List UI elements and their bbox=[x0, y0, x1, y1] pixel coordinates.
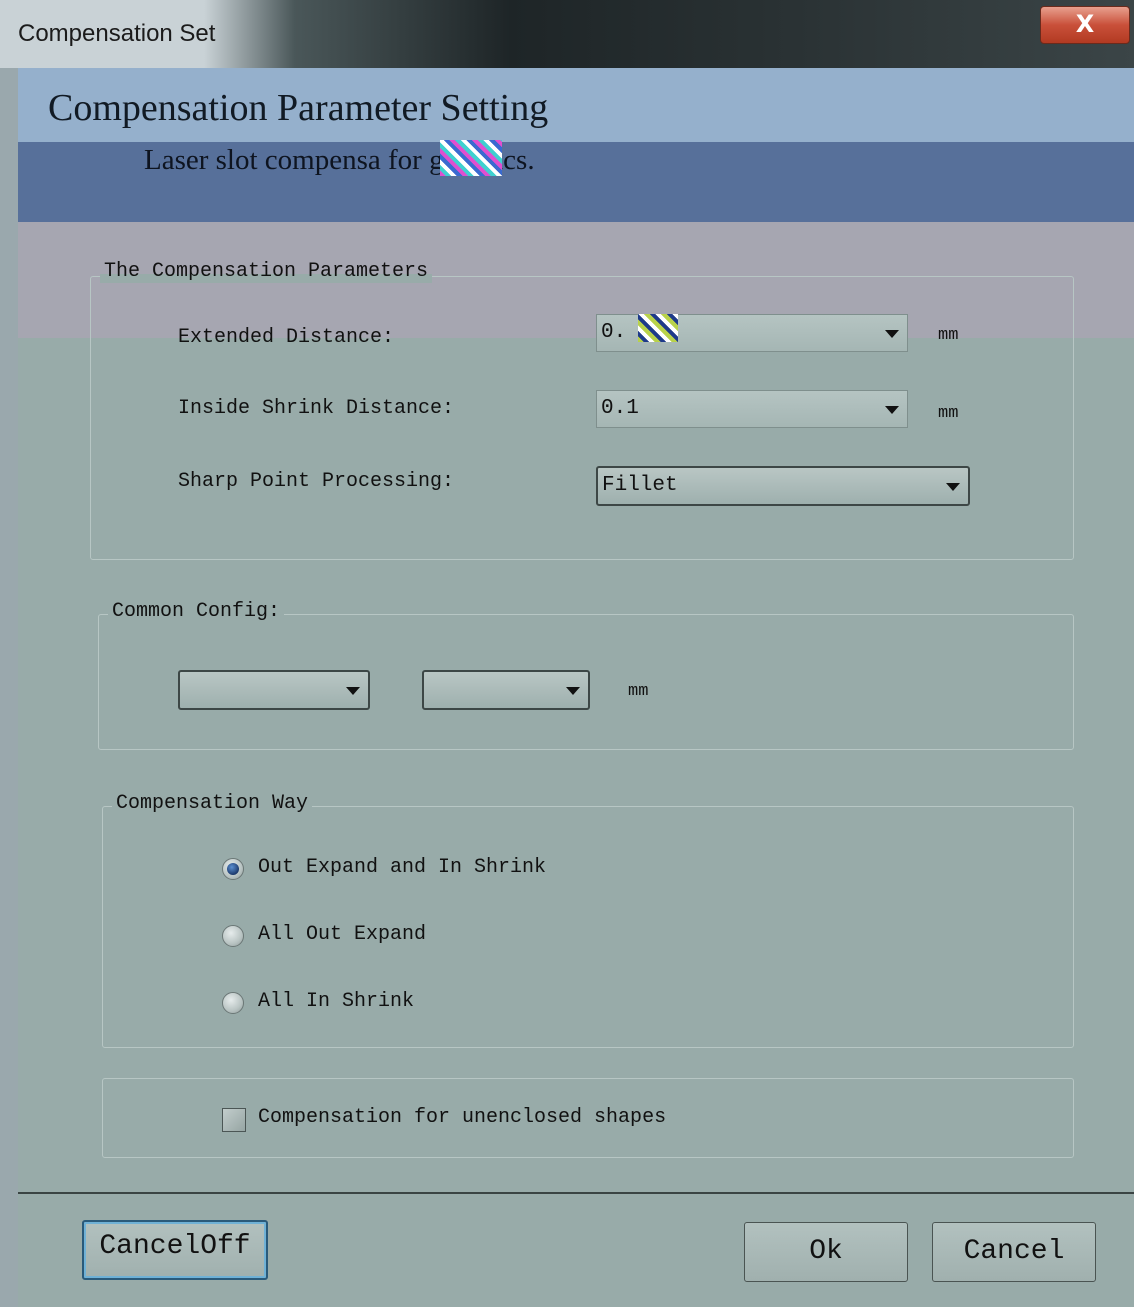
radio-label: Out Expand and In Shrink bbox=[258, 856, 547, 879]
common-config-legend: Common Config: bbox=[108, 600, 285, 623]
radio-label: All In Shrink bbox=[258, 990, 415, 1013]
close-icon: X bbox=[1075, 10, 1095, 38]
compensation-parameters-legend: The Compensation Parameters bbox=[100, 260, 433, 283]
cancel-button[interactable]: Cancel bbox=[932, 1222, 1096, 1282]
radio-label: All Out Expand bbox=[258, 923, 427, 946]
sharp-point-processing-label: Sharp Point Processing: bbox=[178, 470, 455, 493]
inside-shrink-distance-combo[interactable]: 0.1 bbox=[596, 390, 908, 428]
ok-label: Ok bbox=[809, 1236, 843, 1267]
chevron-down-icon bbox=[885, 406, 899, 414]
radio-button[interactable] bbox=[222, 925, 244, 947]
window-border-left bbox=[0, 68, 18, 1307]
common-config-combo-1[interactable] bbox=[178, 670, 370, 710]
radio-button[interactable] bbox=[222, 992, 244, 1014]
radio-option-all-out-expand[interactable]: All Out Expand bbox=[222, 923, 622, 951]
cancel-label: Cancel bbox=[963, 1236, 1065, 1267]
inside-shrink-distance-value: 0.1 bbox=[601, 397, 639, 420]
chevron-down-icon bbox=[885, 330, 899, 338]
dialog-content: Compensation Parameter Setting Laser slo… bbox=[18, 68, 1134, 1307]
common-config-combo-2[interactable] bbox=[422, 670, 590, 710]
radio-button[interactable] bbox=[222, 858, 244, 880]
render-artifact-small bbox=[638, 314, 678, 342]
radio-option-out-expand-in-shrink[interactable]: Out Expand and In Shrink bbox=[222, 856, 622, 884]
chevron-down-icon bbox=[346, 687, 360, 695]
compensation-way-legend: Compensation Way bbox=[112, 792, 313, 815]
unenclosed-checkbox-row[interactable]: Compensation for unenclosed shapes bbox=[222, 1106, 742, 1136]
page-title: Compensation Parameter Setting bbox=[48, 87, 549, 129]
window-title: Compensation Set bbox=[18, 20, 216, 47]
inside-shrink-distance-unit: mm bbox=[938, 404, 959, 423]
radio-option-all-in-shrink[interactable]: All In Shrink bbox=[222, 990, 622, 1018]
chevron-down-icon bbox=[566, 687, 580, 695]
unenclosed-label: Compensation for unenclosed shapes bbox=[258, 1106, 667, 1129]
cancel-off-button[interactable]: CancelOff bbox=[82, 1220, 268, 1280]
sharp-point-processing-combo[interactable]: Fillet bbox=[596, 466, 970, 506]
chevron-down-icon bbox=[946, 483, 960, 491]
unenclosed-checkbox[interactable] bbox=[222, 1108, 246, 1132]
inside-shrink-distance-label: Inside Shrink Distance: bbox=[178, 397, 455, 420]
title-bar: Compensation Set X bbox=[0, 0, 1134, 68]
footer-divider bbox=[18, 1192, 1134, 1194]
extended-distance-unit: mm bbox=[938, 326, 959, 345]
cancel-off-label: CancelOff bbox=[99, 1231, 251, 1262]
close-button[interactable]: X bbox=[1040, 6, 1130, 44]
extended-distance-label: Extended Distance: bbox=[178, 326, 395, 349]
render-artifact bbox=[440, 140, 502, 176]
compensation-set-window: Compensation Set X Compensation Paramete… bbox=[0, 0, 1134, 1307]
extended-distance-value: 0. bbox=[601, 321, 627, 344]
radio-selected-dot bbox=[227, 863, 239, 875]
common-config-unit: mm bbox=[628, 682, 649, 701]
ok-button[interactable]: Ok bbox=[744, 1222, 908, 1282]
sharp-point-processing-value: Fillet bbox=[602, 474, 678, 497]
